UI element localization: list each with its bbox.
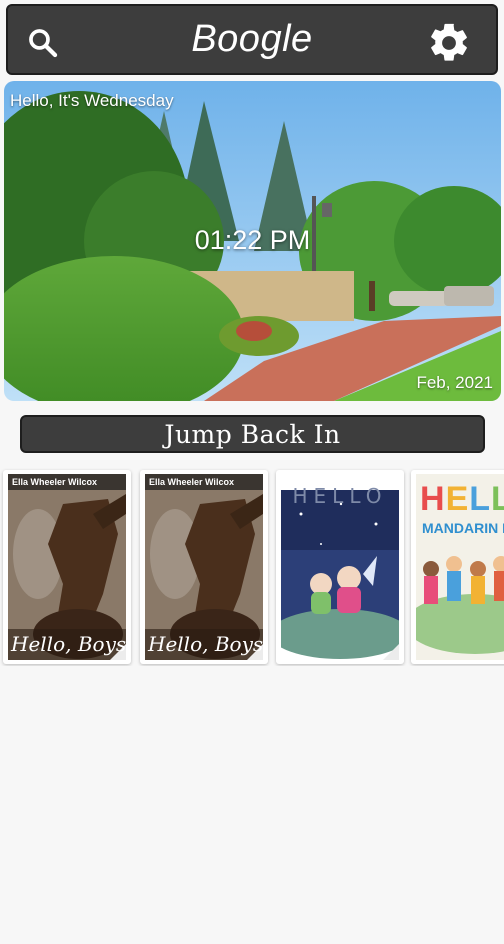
book-author: Ella Wheeler Wilcox xyxy=(12,477,97,487)
recent-books-carousel[interactable]: Ella Wheeler Wilcox Hello, Boys! Ella Wh… xyxy=(0,468,504,666)
book-cover: HELLO xyxy=(281,474,399,660)
book-cover: Ella Wheeler Wilcox Hello, Boys! xyxy=(8,474,126,660)
book-title: HELL xyxy=(420,480,504,518)
book-author: Ella Wheeler Wilcox xyxy=(149,477,234,487)
top-app-bar: Boogle xyxy=(6,4,498,75)
book-card[interactable]: HELL MANDARIN D xyxy=(411,470,504,664)
jump-back-in-header: Jump Back In xyxy=(20,415,485,453)
section-title: Jump Back In xyxy=(164,419,341,449)
app-title: Boogle xyxy=(191,18,313,60)
book-cover: HELL MANDARIN D xyxy=(416,474,504,660)
search-icon[interactable] xyxy=(26,26,60,60)
book-card[interactable]: Ella Wheeler Wilcox Hello, Boys! xyxy=(140,470,268,664)
book-title: HELLO xyxy=(292,484,388,508)
book-title: Hello, Boys! xyxy=(11,632,126,656)
greeting-text: Hello, It's Wednesday xyxy=(10,91,174,110)
book-cover: Ella Wheeler Wilcox Hello, Boys! xyxy=(145,474,263,660)
book-title: Hello, Boys! xyxy=(148,632,263,656)
book-card[interactable]: HELLO xyxy=(276,470,404,664)
date-text: Feb, 2021 xyxy=(416,373,493,392)
clock-time: 01:22 PM xyxy=(194,225,311,255)
gear-icon[interactable] xyxy=(426,20,472,66)
book-subtitle: MANDARIN D xyxy=(422,520,504,536)
hero-banner: Hello, It's Wednesday 01:22 PM Feb, 2021 xyxy=(4,81,501,401)
book-card[interactable]: Ella Wheeler Wilcox Hello, Boys! xyxy=(3,470,131,664)
